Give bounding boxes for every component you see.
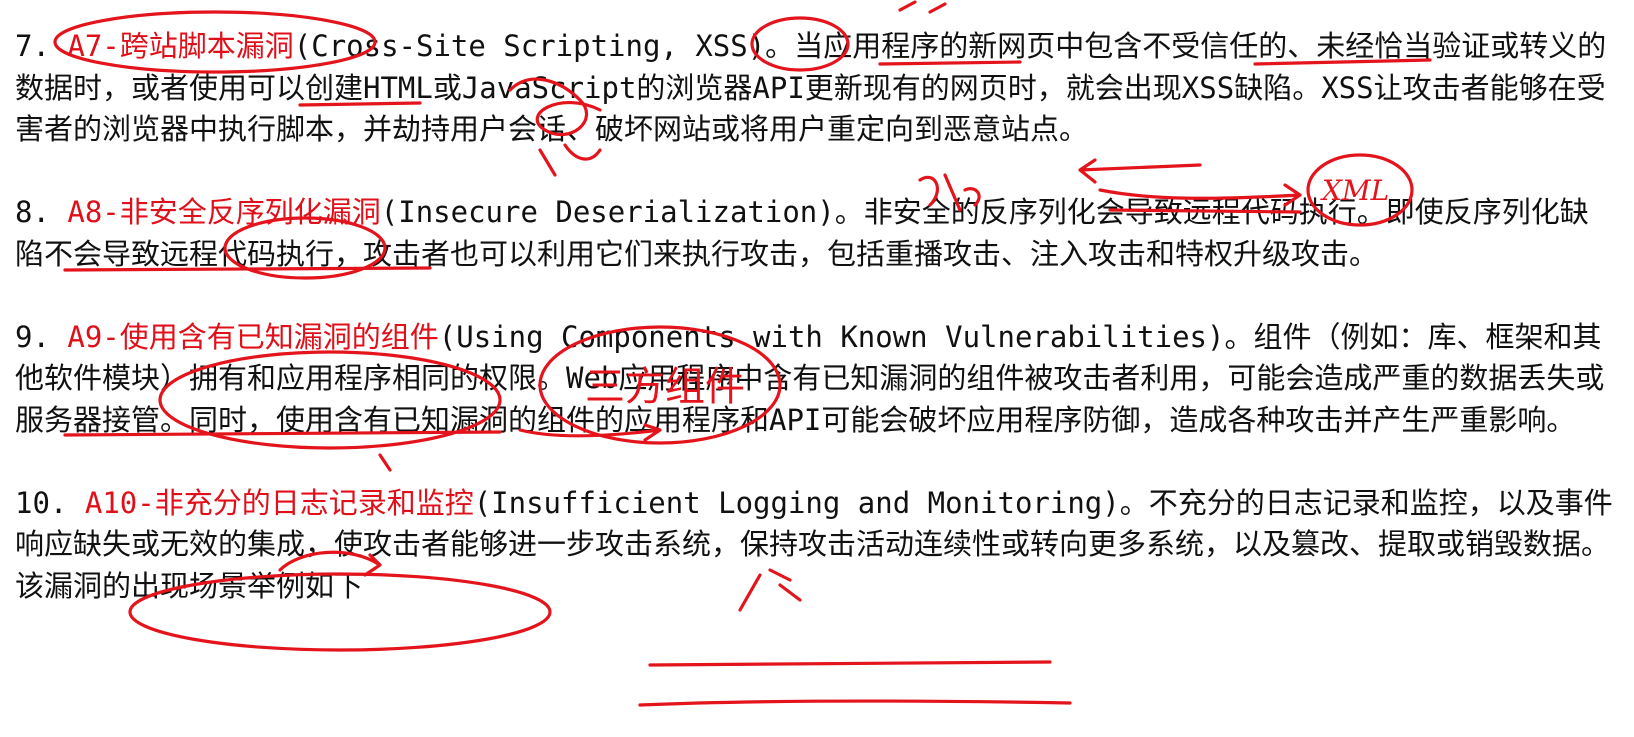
list-item-a10: 10. A10-非充分的日志记录和监控(Insufficient Logging… bbox=[15, 483, 1615, 608]
item-title: A10-非充分的日志记录和监控 bbox=[84, 485, 474, 520]
ink-strike-bottom bbox=[638, 699, 1072, 707]
item-title: A9-使用含有已知漏洞的组件 bbox=[67, 319, 439, 354]
ink-mark-top bbox=[898, 0, 947, 14]
ink-underline-a10 bbox=[648, 660, 1052, 667]
item-number: 7. bbox=[15, 29, 50, 63]
list-item-a7: 7. A7-跨站脚本漏洞(Cross-Site Scripting, XSS)。… bbox=[15, 26, 1615, 151]
item-title: A8-非安全反序列化漏洞 bbox=[67, 195, 381, 229]
item-number: 8. bbox=[15, 195, 50, 229]
item-title: A7-跨站脚本漏洞 bbox=[67, 29, 294, 63]
item-number: 10. bbox=[15, 485, 68, 520]
list-item-a9: 9. A9-使用含有已知漏洞的组件(Using Components with … bbox=[15, 317, 1615, 442]
item-english-name: (Using Components with Known Vulnerabili… bbox=[438, 319, 1254, 354]
item-english-name: (Insufficient Logging and Monitoring)。 bbox=[473, 485, 1149, 520]
item-english-name: (Insecure Deserialization)。 bbox=[380, 195, 864, 229]
item-number: 9. bbox=[15, 319, 50, 354]
item-english-name: (Cross-Site Scripting, XSS)。 bbox=[293, 29, 795, 63]
document-page: 7. A7-跨站脚本漏洞(Cross-Site Scripting, XSS)。… bbox=[15, 26, 1615, 607]
list-item-a8: 8. A8-非安全反序列化漏洞(Insecure Deserialization… bbox=[15, 192, 1615, 275]
